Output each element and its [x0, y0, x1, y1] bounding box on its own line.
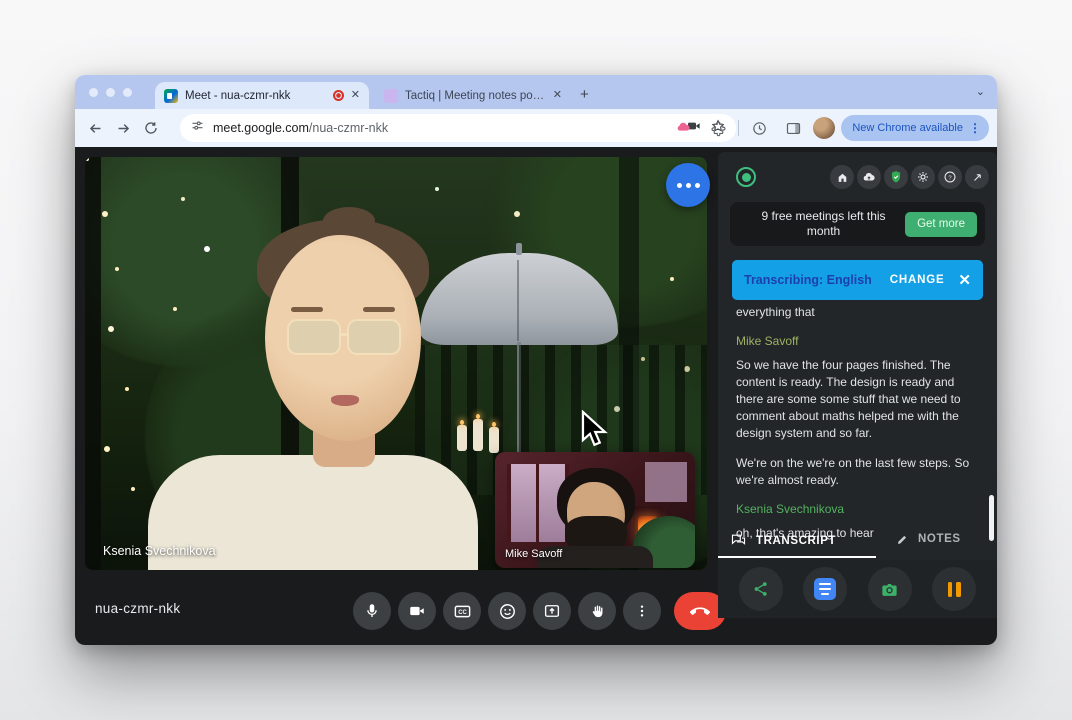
chrome-update-button[interactable]: New Chrome available ⋮ — [841, 115, 989, 141]
transcribing-banner: Transcribing: English CHANGE ✕ — [732, 260, 983, 300]
back-icon[interactable] — [81, 114, 109, 142]
reactions-button[interactable] — [488, 592, 526, 630]
screenshot-button[interactable] — [867, 567, 912, 611]
tab-tactiq[interactable]: Tactiq | Meeting notes power ✕ — [375, 82, 571, 109]
tab-notes[interactable]: NOTES — [896, 532, 961, 546]
svg-text:CC: CC — [458, 609, 467, 615]
side-panel-icon[interactable] — [779, 114, 807, 142]
transcript-text: everything that — [736, 305, 815, 319]
captions-button[interactable]: CC — [443, 592, 481, 630]
present-screen-button[interactable] — [533, 592, 571, 630]
open-external-icon[interactable] — [965, 165, 989, 189]
transcript-speaker: Mike Savoff — [736, 334, 799, 348]
reload-icon[interactable] — [137, 114, 165, 142]
tab-strip: Meet - nua-czmr-nkk ✕ Tactiq | Meeting n… — [75, 75, 997, 109]
chrome-update-label: New Chrome available — [852, 122, 963, 134]
candle — [457, 420, 467, 451]
svg-text:?: ? — [948, 175, 952, 181]
tactiq-header: ? — [718, 164, 997, 192]
tactiq-favicon-icon — [384, 88, 398, 103]
profile-avatar[interactable] — [813, 117, 836, 139]
toolbar-divider — [738, 120, 740, 136]
tactiq-extension-icon[interactable] — [670, 114, 698, 142]
tab-meet[interactable]: Meet - nua-czmr-nkk ✕ — [155, 82, 369, 109]
more-options-button[interactable] — [623, 592, 661, 630]
pause-icon — [947, 581, 961, 597]
pip-video-tile[interactable]: Mike Savoff — [495, 452, 695, 568]
tactiq-logo-icon — [736, 167, 756, 187]
history-clock-icon[interactable] — [745, 114, 773, 142]
close-banner-icon[interactable]: ✕ — [958, 271, 971, 289]
new-tab-button[interactable]: + — [580, 87, 589, 102]
raise-hand-button[interactable] — [578, 592, 616, 630]
scrollbar-thumb[interactable] — [989, 495, 994, 541]
pencil-icon — [898, 535, 907, 544]
candle — [473, 414, 483, 451]
url-bar[interactable]: meet.google.com/nua-czmr-nkk — [180, 114, 736, 142]
transcribing-label: Transcribing: English — [744, 273, 872, 287]
meet-favicon-icon — [164, 88, 178, 103]
change-language-button[interactable]: CHANGE — [890, 274, 945, 286]
transcript-list: everything that Mike Savoff So we have the… — [736, 304, 984, 555]
export-to-docs-button[interactable] — [803, 567, 848, 611]
share-button[interactable] — [738, 567, 783, 611]
string-lights — [85, 157, 89, 161]
tactiq-action-bar — [718, 560, 997, 618]
window-frame-bar — [85, 157, 101, 570]
docs-icon — [814, 578, 837, 600]
home-icon[interactable] — [830, 165, 854, 189]
chat-icon — [731, 534, 746, 545]
site-settings-icon[interactable] — [190, 118, 205, 138]
pause-recording-button[interactable] — [932, 567, 977, 611]
get-more-button[interactable]: Get more — [905, 211, 977, 237]
meet-controls: CC — [353, 592, 726, 630]
quota-banner: 9 free meetings left this month Get more — [730, 202, 985, 246]
toolbar-right-cluster: New Chrome available ⋮ — [670, 114, 989, 142]
cloud-upload-icon[interactable] — [857, 165, 881, 189]
tab-transcript[interactable]: TRANSCRIPT — [730, 532, 836, 549]
meet-page: Ksenia Svechnikova Mike Savoff nua-czmr-… — [75, 147, 997, 645]
recording-indicator-icon — [332, 90, 344, 101]
mouse-cursor — [578, 409, 612, 455]
microphone-button[interactable] — [353, 592, 391, 630]
glasses — [287, 319, 341, 355]
settings-gear-icon[interactable] — [911, 165, 935, 189]
close-tab-icon[interactable]: ✕ — [553, 90, 562, 101]
transcript-speaker: Ksenia Svechnikova — [736, 502, 845, 516]
transcript-text: So we have the four pages finished. The … — [736, 358, 961, 440]
camera-button[interactable] — [398, 592, 436, 630]
active-tab-underline — [718, 556, 876, 558]
pip-name-label: Mike Savoff — [505, 548, 563, 560]
window-traffic-lights[interactable] — [89, 88, 132, 97]
browser-window: Meet - nua-czmr-nkk ✕ Tactiq | Meeting n… — [75, 75, 997, 645]
tactiq-tabs: TRANSCRIPT NOTES — [718, 530, 997, 560]
browser-toolbar: meet.google.com/nua-czmr-nkk New Chrome … — [75, 109, 997, 147]
candle — [489, 422, 499, 453]
transcript-text: We're on the we're on the last few steps… — [736, 456, 970, 487]
tab-title: Meet - nua-czmr-nkk — [185, 89, 291, 102]
main-video-tile: Ksenia Svechnikova Mike Savoff — [85, 157, 707, 570]
url-text: meet.google.com/nua-czmr-nkk — [213, 121, 389, 135]
help-icon[interactable]: ? — [938, 165, 962, 189]
extensions-puzzle-icon[interactable] — [704, 114, 732, 142]
tab-search-chevron-icon[interactable]: ⌄ — [976, 85, 985, 98]
participant-name-label: Ksenia Svechnikova — [103, 544, 216, 558]
tab-title: Tactiq | Meeting notes power — [405, 89, 546, 102]
more-menu-icon[interactable]: ⋮ — [969, 121, 981, 135]
chat-dots-bubble[interactable] — [666, 163, 710, 207]
forward-icon[interactable] — [109, 114, 137, 142]
close-tab-icon[interactable]: ✕ — [351, 90, 360, 101]
tactiq-sidebar: ? 9 free meetings left this month Get mo… — [718, 152, 997, 618]
meeting-code: nua-czmr-nkk — [95, 601, 181, 616]
shield-check-icon[interactable] — [884, 165, 908, 189]
quota-text: 9 free meetings left this month — [761, 209, 886, 238]
